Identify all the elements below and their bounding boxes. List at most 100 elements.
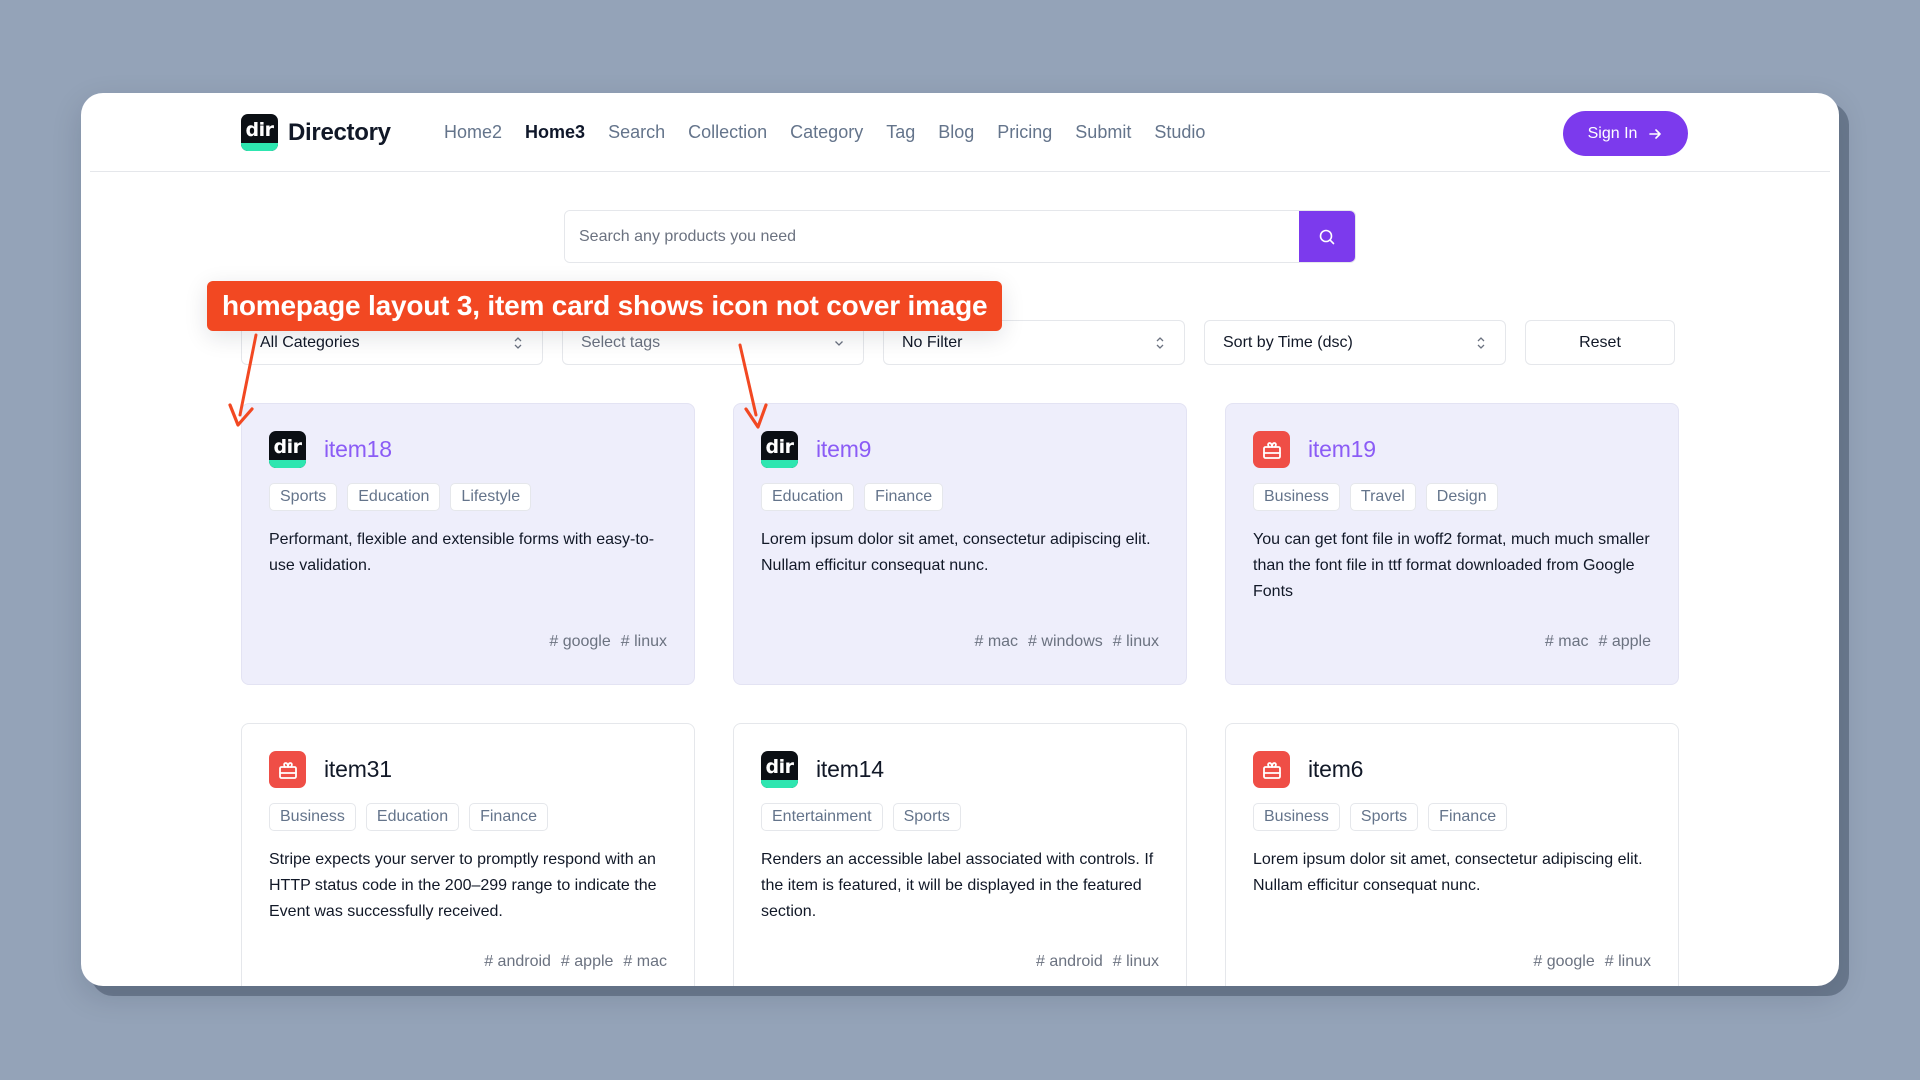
- gift-icon: [1253, 431, 1290, 468]
- item-description: Lorem ipsum dolor sit amet, consectetur …: [761, 531, 1151, 574]
- tag-link[interactable]: android: [1036, 953, 1102, 971]
- item-card-header: dir item9: [761, 431, 1159, 468]
- tag-link[interactable]: apple: [561, 953, 613, 971]
- item-card[interactable]: item6 Business Sports Finance Lorem ipsum do…: [1225, 723, 1679, 986]
- item-categories: Sports Education Lifestyle: [269, 483, 667, 511]
- item-card-header: dir item14: [761, 751, 1159, 788]
- tag-link[interactable]: linux: [1113, 633, 1159, 651]
- item-categories: Business Travel Design: [1253, 483, 1651, 511]
- item-tags: google linux: [1533, 953, 1651, 971]
- item-title-link[interactable]: item14: [816, 756, 884, 783]
- nav-link-collection[interactable]: Collection: [688, 120, 767, 144]
- item-title-link[interactable]: item6: [1308, 756, 1363, 783]
- category-badge[interactable]: Sports: [269, 483, 338, 511]
- item-description: Performant, flexible and extensible form…: [269, 531, 655, 574]
- category-badge[interactable]: Design: [1425, 483, 1498, 511]
- item-card-header: item19: [1253, 431, 1651, 468]
- item-tags: android linux: [1036, 953, 1159, 971]
- chevron-up-down-icon: [514, 336, 522, 349]
- category-badge[interactable]: Business: [1253, 803, 1340, 831]
- nav-link-submit[interactable]: Submit: [1075, 120, 1131, 144]
- nav-link-home2[interactable]: Home2: [444, 120, 502, 144]
- search-input[interactable]: [565, 211, 1299, 262]
- item-grid: dir item18 Sports Education Lifestyle Perfor…: [241, 403, 1679, 986]
- tag-link[interactable]: linux: [621, 633, 667, 651]
- main-nav: Home2 Home3 Search Collection Category Tag Blo…: [444, 120, 1205, 144]
- nav-link-home3[interactable]: Home3: [525, 120, 585, 144]
- category-badge[interactable]: Finance: [469, 803, 549, 831]
- category-badge[interactable]: Lifestyle: [450, 483, 532, 511]
- tag-link[interactable]: google: [549, 633, 611, 651]
- sign-in-button[interactable]: Sign In: [1563, 111, 1688, 156]
- item-card-header: dir item18: [269, 431, 667, 468]
- tag-link[interactable]: windows: [1028, 633, 1102, 651]
- reset-button[interactable]: Reset: [1525, 320, 1675, 365]
- sign-in-label: Sign In: [1587, 124, 1638, 142]
- item-description: You can get font file in woff2 format, m…: [1253, 531, 1650, 600]
- chevron-up-down-icon: [1477, 336, 1485, 349]
- nav-link-tag[interactable]: Tag: [886, 120, 915, 144]
- item-tags: mac windows linux: [974, 633, 1159, 651]
- sort-select[interactable]: Sort by Time (dsc): [1204, 320, 1506, 365]
- item-description: Stripe expects your server to promptly r…: [269, 851, 657, 920]
- category-badge[interactable]: Entertainment: [761, 803, 883, 831]
- brand-name: Directory: [288, 118, 391, 146]
- tag-link[interactable]: mac: [1545, 633, 1588, 651]
- category-badge[interactable]: Sports: [1349, 803, 1419, 831]
- item-card[interactable]: dir item18 Sports Education Lifestyle Perfor…: [241, 403, 695, 685]
- site-header: dir Directory Home2 Home3 Search Collection…: [90, 93, 1830, 172]
- item-tags: mac apple: [1545, 633, 1651, 651]
- item-categories: Business Education Finance: [269, 803, 667, 831]
- dir-app-icon: dir: [761, 751, 798, 788]
- item-tags: android apple mac: [484, 953, 667, 971]
- tag-link[interactable]: linux: [1605, 953, 1651, 971]
- category-badge[interactable]: Finance: [864, 483, 944, 511]
- category-badge[interactable]: Education: [347, 483, 441, 511]
- item-categories: Business Sports Finance: [1253, 803, 1651, 831]
- gift-icon: [1253, 751, 1290, 788]
- tag-link[interactable]: android: [484, 953, 551, 971]
- item-card-header: item6: [1253, 751, 1651, 788]
- category-badge[interactable]: Travel: [1349, 483, 1416, 511]
- category-badge[interactable]: Finance: [1428, 803, 1508, 831]
- tag-link[interactable]: mac: [974, 633, 1018, 651]
- item-categories: Education Finance: [761, 483, 1159, 511]
- category-badge[interactable]: Education: [365, 803, 460, 831]
- nav-link-category[interactable]: Category: [790, 120, 863, 144]
- item-card-header: item31: [269, 751, 667, 788]
- item-tags: google linux: [549, 633, 667, 651]
- browser-window: dir Directory Home2 Home3 Search Collection…: [81, 93, 1839, 986]
- tag-link[interactable]: linux: [1113, 953, 1159, 971]
- tag-link[interactable]: google: [1533, 953, 1595, 971]
- item-card[interactable]: item31 Business Education Finance Stripe exp…: [241, 723, 695, 986]
- dir-logo-icon: dir: [241, 114, 278, 151]
- tag-link[interactable]: mac: [623, 953, 667, 971]
- category-badge[interactable]: Sports: [892, 803, 961, 831]
- item-title-link[interactable]: item9: [816, 436, 871, 463]
- item-card[interactable]: item19 Business Travel Design You can get fo…: [1225, 403, 1679, 685]
- gift-icon: [269, 751, 306, 788]
- item-title-link[interactable]: item18: [324, 436, 392, 463]
- category-badge[interactable]: Business: [269, 803, 356, 831]
- nav-link-studio[interactable]: Studio: [1154, 120, 1205, 144]
- nav-link-search[interactable]: Search: [608, 120, 665, 144]
- nav-link-blog[interactable]: Blog: [938, 120, 974, 144]
- item-description: Lorem ipsum dolor sit amet, consectetur …: [1253, 851, 1643, 894]
- tag-link[interactable]: apple: [1599, 633, 1651, 651]
- item-card[interactable]: dir item9 Education Finance Lorem ipsum dol…: [733, 403, 1187, 685]
- brand-logo-link[interactable]: dir Directory: [241, 114, 391, 151]
- chevron-down-icon: [835, 340, 843, 346]
- item-categories: Entertainment Sports: [761, 803, 1159, 831]
- annotation-arrow-2: [738, 343, 768, 429]
- dir-app-icon: dir: [761, 431, 798, 468]
- item-title-link[interactable]: item31: [324, 756, 392, 783]
- item-title-link[interactable]: item19: [1308, 436, 1376, 463]
- category-badge[interactable]: Education: [761, 483, 855, 511]
- annotation-banner: homepage layout 3, item card shows icon …: [207, 281, 1003, 331]
- chevron-up-down-icon: [1156, 336, 1164, 349]
- item-description: Renders an accessible label associated w…: [761, 851, 1154, 920]
- search-button[interactable]: [1299, 211, 1355, 262]
- category-badge[interactable]: Business: [1253, 483, 1340, 511]
- item-card[interactable]: dir item14 Entertainment Sports Renders an …: [733, 723, 1187, 986]
- nav-link-pricing[interactable]: Pricing: [997, 120, 1052, 144]
